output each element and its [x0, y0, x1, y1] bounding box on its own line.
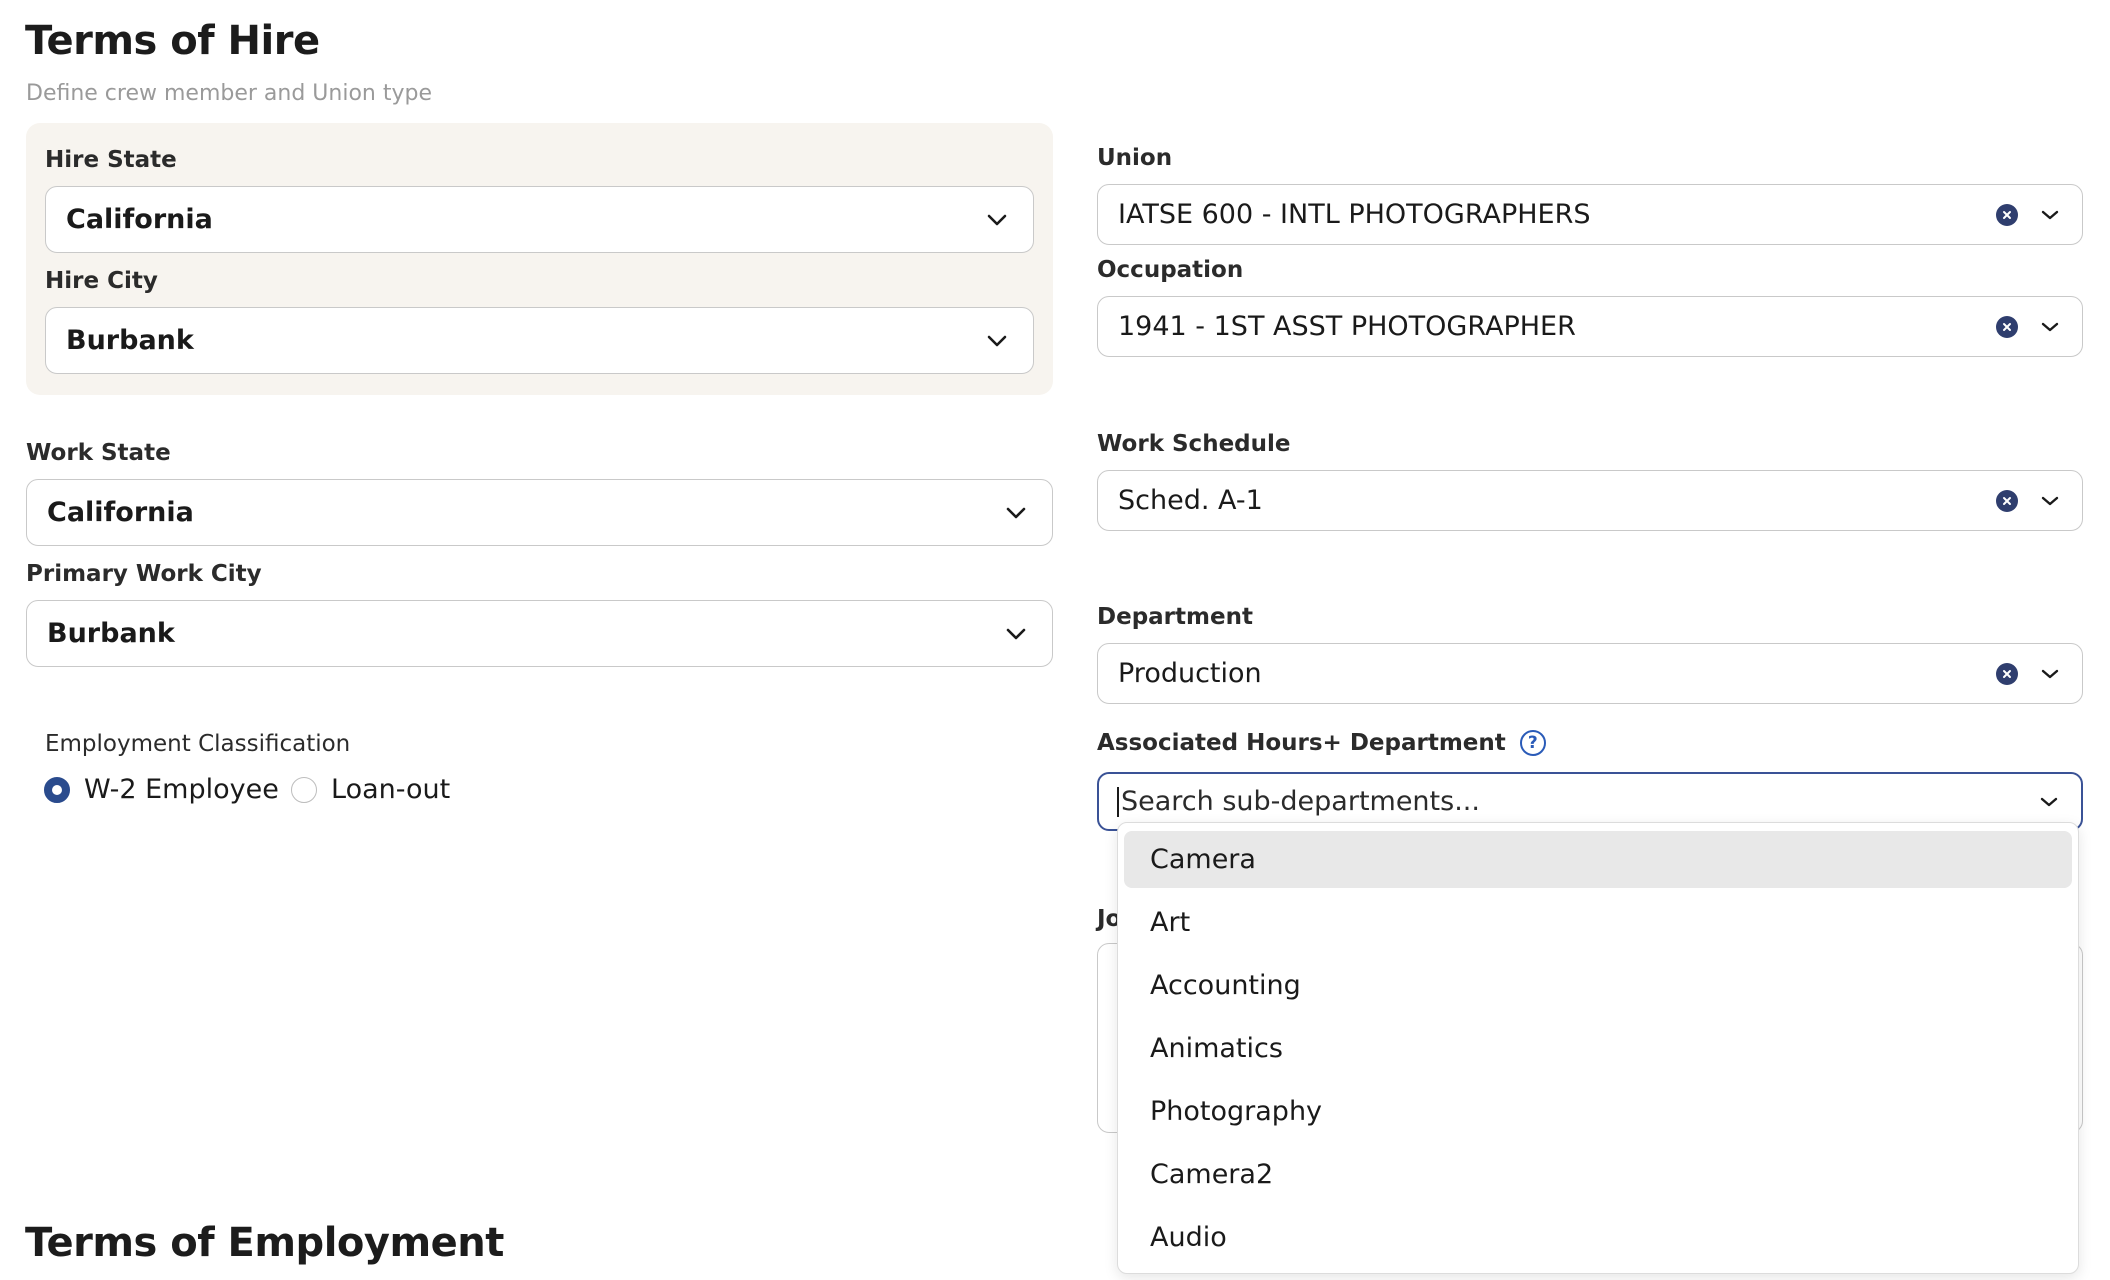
clear-x-icon[interactable] [1996, 489, 2018, 512]
department-label: Department [1097, 604, 1253, 630]
sub-department-search-placeholder: Search sub-departments... [1121, 786, 1480, 817]
department-select[interactable]: Production [1097, 643, 2083, 704]
work-state-value: California [47, 497, 194, 528]
chevron-down-icon [979, 323, 1015, 359]
chevron-down-icon[interactable] [2032, 197, 2068, 233]
hire-city-label: Hire City [45, 268, 158, 294]
hire-state-value: California [66, 204, 213, 235]
chevron-down-icon [998, 495, 1034, 531]
dropdown-option[interactable]: Audio [1124, 1209, 2072, 1266]
page-subtitle: Define crew member and Union type [26, 81, 433, 106]
primary-work-city-value: Burbank [47, 618, 175, 649]
associated-department-label-row: Associated Hours+ Department ? [1097, 730, 1546, 756]
union-value: IATSE 600 - INTL PHOTOGRAPHERS [1118, 199, 1591, 230]
radio-w2-label: W-2 Employee [84, 774, 279, 805]
associated-department-label: Associated Hours+ Department [1097, 730, 1506, 756]
union-label: Union [1097, 145, 1173, 171]
help-question-icon[interactable]: ? [1519, 730, 1546, 756]
work-state-label: Work State [26, 440, 171, 466]
occupation-label: Occupation [1097, 257, 1244, 283]
radio-loan-out-label: Loan-out [331, 774, 451, 805]
primary-work-city-select[interactable]: Burbank [26, 600, 1053, 667]
sub-department-dropdown: Camera Art Accounting Animatics Photogra… [1117, 822, 2079, 1274]
union-select[interactable]: IATSE 600 - INTL PHOTOGRAPHERS [1097, 184, 2083, 245]
work-state-select[interactable]: California [26, 479, 1053, 546]
employment-classification-label: Employment Classification [45, 731, 351, 757]
clear-x-icon[interactable] [1996, 203, 2018, 226]
section-title-terms-of-employment: Terms of Employment [25, 1220, 504, 1266]
work-schedule-value: Sched. A-1 [1118, 485, 1263, 516]
hire-city-value: Burbank [66, 325, 194, 356]
work-schedule-label: Work Schedule [1097, 431, 1291, 457]
clear-x-icon[interactable] [1996, 662, 2018, 685]
radio-loan-out[interactable]: Loan-out [291, 774, 450, 805]
dropdown-option[interactable]: Camera2 [1124, 1146, 2072, 1203]
chevron-down-icon[interactable] [2031, 784, 2067, 820]
clear-x-icon[interactable] [1996, 315, 2018, 338]
chevron-down-icon [979, 202, 1015, 238]
dropdown-option[interactable]: Art [1124, 894, 2072, 951]
chevron-down-icon[interactable] [2032, 309, 2068, 345]
department-value: Production [1118, 658, 1262, 689]
hire-city-select[interactable]: Burbank [45, 307, 1034, 374]
dropdown-option[interactable]: Animatics [1124, 1020, 2072, 1077]
occupation-select[interactable]: 1941 - 1ST ASST PHOTOGRAPHER [1097, 296, 2083, 357]
chevron-down-icon[interactable] [2032, 656, 2068, 692]
occupation-value: 1941 - 1ST ASST PHOTOGRAPHER [1118, 311, 1576, 342]
hire-state-select[interactable]: California [45, 186, 1034, 253]
dropdown-option[interactable]: Accounting [1124, 957, 2072, 1014]
primary-work-city-label: Primary Work City [26, 561, 262, 587]
dropdown-option[interactable]: Camera [1124, 831, 2072, 888]
hire-state-label: Hire State [45, 147, 177, 173]
radio-checked-icon[interactable] [44, 776, 70, 803]
dropdown-option[interactable]: Photography [1124, 1083, 2072, 1140]
work-schedule-select[interactable]: Sched. A-1 [1097, 470, 2083, 531]
radio-w2-employee[interactable]: W-2 Employee [44, 774, 279, 805]
chevron-down-icon [998, 616, 1034, 652]
radio-unchecked-icon[interactable] [291, 776, 317, 803]
chevron-down-icon[interactable] [2032, 483, 2068, 519]
page-title: Terms of Hire [25, 18, 320, 64]
